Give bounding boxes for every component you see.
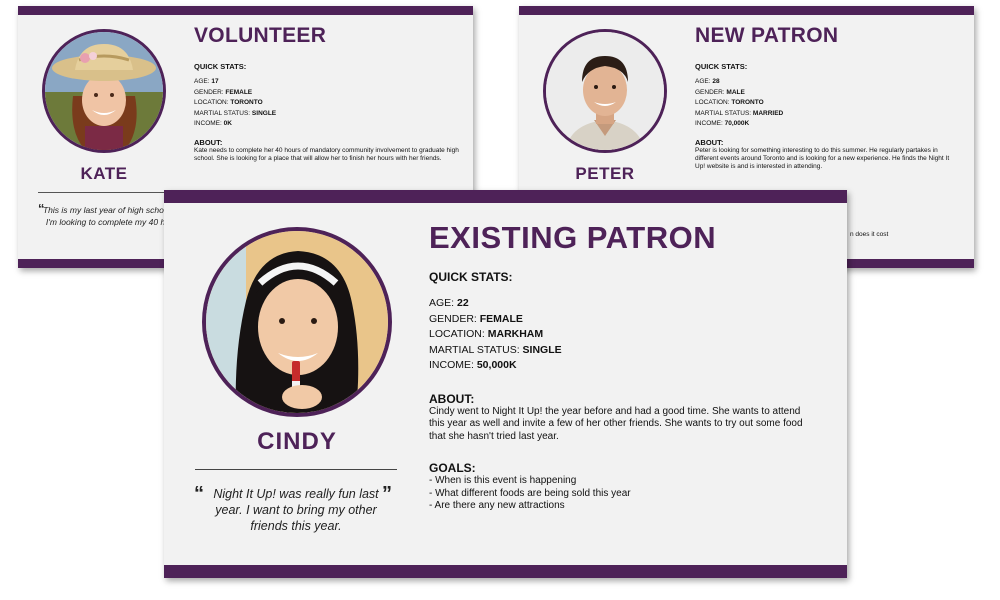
persona-name: CINDY (257, 428, 337, 455)
persona-quote: Night It Up! was really fun last year. I… (213, 487, 379, 533)
card-top-bar (519, 6, 974, 15)
stat-marital-status: MARTIAL STATUS: MARRIED (695, 109, 784, 117)
stat-age: AGE: 17 (194, 78, 219, 85)
portrait-kate-image (45, 32, 163, 150)
stat-gender: GENDER: FEMALE (429, 312, 523, 325)
about-text: Peter is looking for something interesti… (695, 146, 950, 170)
goal-item: - When is this event is happening (429, 475, 577, 486)
persona-title: VOLUNTEER (194, 24, 327, 47)
about-heading: ABOUT: (429, 391, 475, 406)
about-text: Kate needs to complete her 40 hours of m… (194, 146, 459, 162)
card-top-bar (18, 6, 473, 15)
stat-location: LOCATION: TORONTO (194, 99, 263, 106)
stat-age: AGE: 22 (429, 297, 469, 309)
goal-item: - Are there any new attractions (429, 500, 565, 511)
persona-info: NEW PATRON QUICK STATS: AGE: 28 GENDER: … (695, 24, 960, 171)
card-bottom-bar (164, 565, 847, 578)
persona-name: PETER (575, 164, 635, 183)
persona-title: EXISTING PATRON (429, 220, 717, 255)
goals-heading: GOALS: (429, 461, 476, 475)
stat-marital-status: MARTIAL STATUS: SINGLE (194, 109, 277, 117)
quick-stats-heading: QUICK STATS: (194, 62, 247, 71)
about-heading: ABOUT: (695, 137, 724, 147)
avatar-peter (543, 29, 667, 153)
portrait-peter-image (546, 32, 664, 150)
stat-income: INCOME: 50,000K (429, 359, 517, 371)
divider (195, 469, 397, 470)
persona-info: VOLUNTEER QUICK STATS: AGE: 17 GENDER: F… (194, 24, 459, 163)
about-text: Cindy went to Night It Up! the year befo… (429, 405, 803, 442)
about-heading: ABOUT: (194, 137, 223, 147)
goal-fragment: n does it cost (850, 231, 889, 238)
open-quote-icon: “ (194, 483, 204, 505)
persona-card-existing-patron: CINDY “ ” Night It Up! was really fun la… (164, 190, 847, 578)
stat-location: LOCATION: TORONTO (695, 99, 764, 106)
card-top-bar (164, 190, 847, 203)
avatar-kate (42, 29, 166, 153)
persona-info: EXISTING PATRON QUICK STATS: AGE: 22 GEN… (429, 220, 829, 513)
stat-income: INCOME: 0K (194, 120, 232, 127)
goal-item: - What different foods are being sold th… (429, 487, 631, 499)
close-quote-icon: ” (382, 483, 392, 505)
stat-age: AGE: 28 (695, 78, 720, 85)
persona-name: KATE (80, 164, 128, 183)
persona-title: NEW PATRON (695, 24, 839, 47)
stat-income: INCOME: 70,000K (695, 120, 750, 127)
quick-stats-heading: QUICK STATS: (429, 270, 513, 284)
stat-location: LOCATION: MARKHAM (429, 328, 544, 340)
portrait-cindy-image (206, 231, 388, 413)
avatar-cindy (202, 227, 392, 417)
stat-gender: GENDER: FEMALE (194, 88, 253, 96)
quick-stats-heading: QUICK STATS: (695, 62, 748, 71)
stat-marital-status: MARTIAL STATUS: SINGLE (429, 343, 562, 356)
stat-gender: GENDER: MALE (695, 88, 745, 96)
